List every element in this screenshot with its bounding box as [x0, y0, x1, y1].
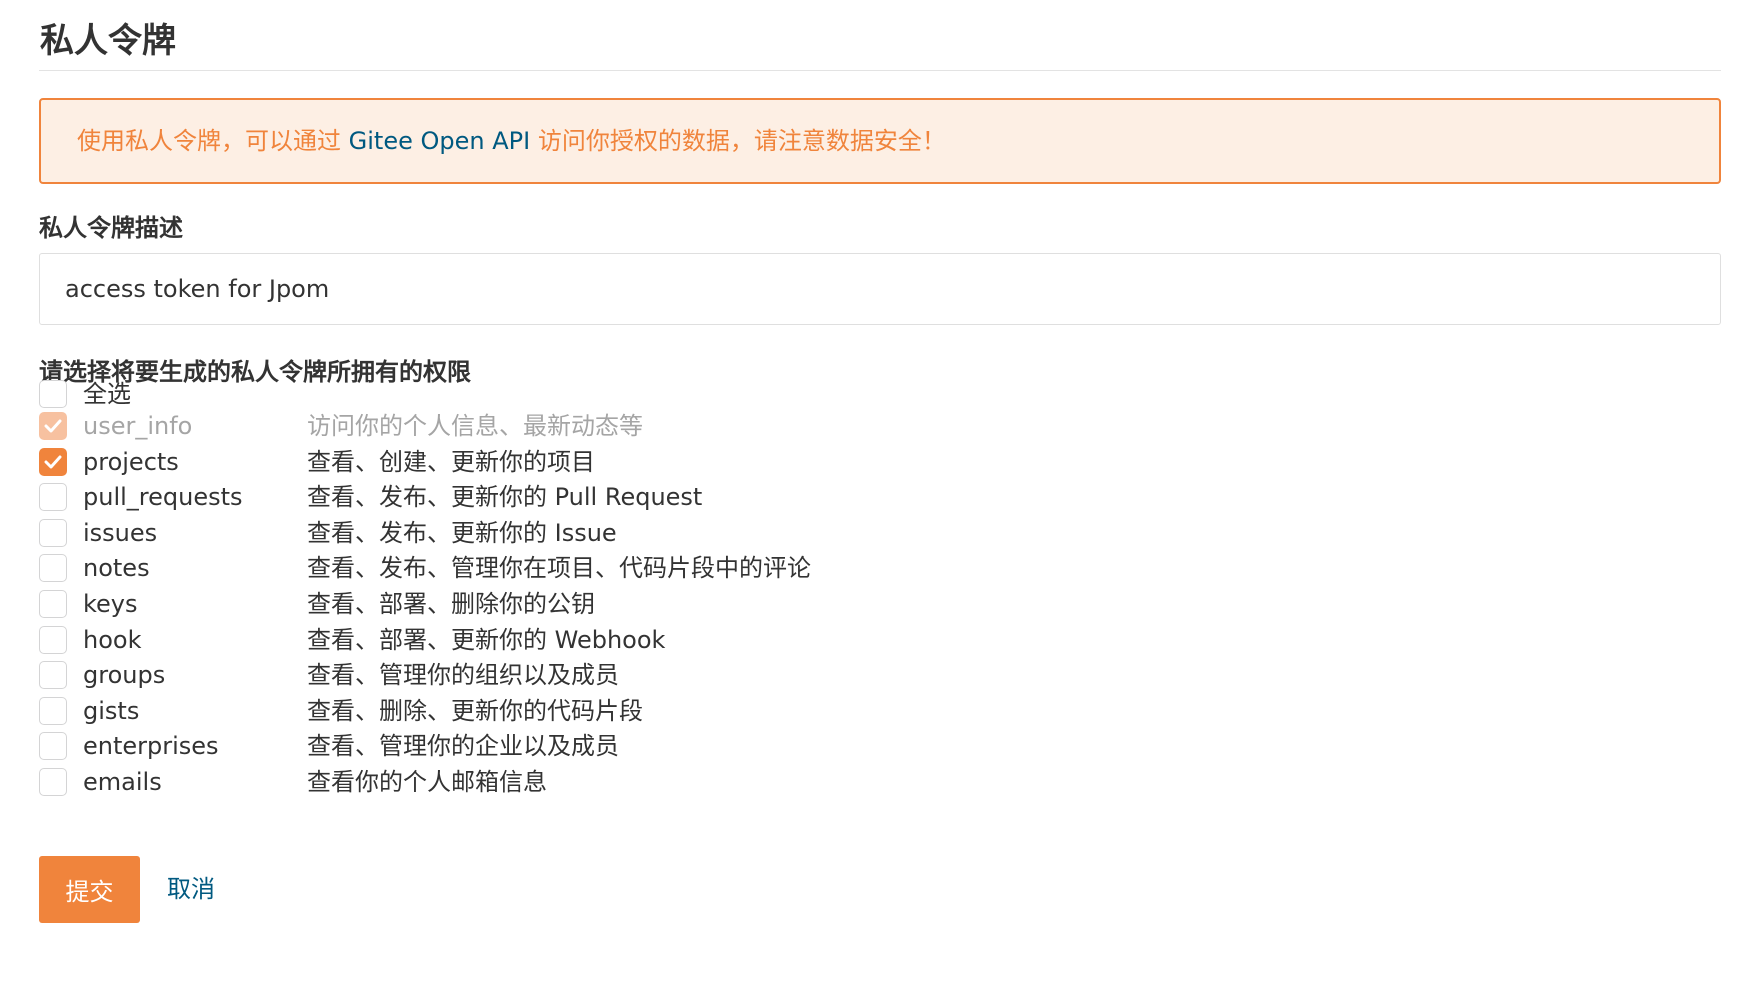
select-all-row[interactable]: 全选: [39, 377, 939, 411]
scope-row-groups[interactable]: groups 查看、管理你的组织以及成员: [39, 658, 939, 692]
select-all-checkbox[interactable]: [39, 380, 67, 408]
scope-name: projects: [83, 448, 179, 476]
scope-name: hook: [83, 626, 142, 654]
scope-row-issues[interactable]: issues 查看、发布、更新你的 Issue: [39, 516, 939, 550]
scope-checkbox-emails[interactable]: [39, 768, 67, 796]
description-label: 私人令牌描述: [39, 214, 183, 242]
scope-checkbox-issues[interactable]: [39, 519, 67, 547]
scope-row-projects[interactable]: projects 查看、创建、更新你的项目: [39, 445, 939, 479]
scope-row-emails[interactable]: emails 查看你的个人邮箱信息: [39, 765, 939, 799]
scope-description: 查看、部署、删除你的公钥: [307, 590, 595, 618]
scope-row-hook[interactable]: hook 查看、部署、更新你的 Webhook: [39, 623, 939, 657]
scope-name: enterprises: [83, 732, 219, 760]
scope-row-pull-requests[interactable]: pull_requests 查看、发布、更新你的 Pull Request: [39, 480, 939, 514]
scope-checkbox-hook[interactable]: [39, 626, 67, 654]
scope-description: 查看、部署、更新你的 Webhook: [307, 626, 666, 654]
scope-checkbox-projects[interactable]: [39, 448, 67, 476]
scope-name: pull_requests: [83, 483, 243, 511]
check-icon: [44, 419, 62, 433]
scope-name: groups: [83, 661, 166, 689]
scope-name: notes: [83, 554, 150, 582]
scope-name: issues: [83, 519, 158, 547]
submit-button[interactable]: 提交: [39, 856, 140, 923]
scope-description: 查看、发布、更新你的 Pull Request: [307, 483, 703, 511]
scope-description: 查看、发布、更新你的 Issue: [307, 519, 617, 547]
scope-row-enterprises[interactable]: enterprises 查看、管理你的企业以及成员: [39, 729, 939, 763]
notice-text-after: 访问你授权的数据，请注意数据安全！: [530, 127, 946, 155]
scope-description: 查看、创建、更新你的项目: [307, 448, 595, 476]
scope-name: keys: [83, 590, 138, 618]
notice-api-link[interactable]: Gitee Open API: [349, 127, 531, 155]
scope-checkbox-notes[interactable]: [39, 554, 67, 582]
scope-checkbox-gists[interactable]: [39, 697, 67, 725]
cancel-link[interactable]: 取消: [167, 872, 215, 906]
scope-row-keys[interactable]: keys 查看、部署、删除你的公钥: [39, 587, 939, 621]
notice-text-before: 使用私人令牌，可以通过: [77, 127, 349, 155]
scope-checkbox-keys[interactable]: [39, 590, 67, 618]
scope-checkbox-groups[interactable]: [39, 661, 67, 689]
scope-name: user_info: [83, 412, 193, 440]
check-icon: [44, 455, 62, 469]
scope-description: 访问你的个人信息、最新动态等: [307, 412, 643, 440]
scope-row-user-info: user_info 访问你的个人信息、最新动态等: [39, 409, 939, 443]
scope-description: 查看、发布、管理你在项目、代码片段中的评论: [307, 554, 811, 582]
notice-banner: 使用私人令牌，可以通过 Gitee Open API 访问你授权的数据，请注意数…: [39, 98, 1721, 184]
scope-description: 查看、管理你的企业以及成员: [307, 732, 619, 760]
scope-row-notes[interactable]: notes 查看、发布、管理你在项目、代码片段中的评论: [39, 551, 939, 585]
scope-description: 查看、管理你的组织以及成员: [307, 661, 619, 689]
scope-description: 查看你的个人邮箱信息: [307, 768, 547, 796]
scope-row-gists[interactable]: gists 查看、删除、更新你的代码片段: [39, 694, 939, 728]
scope-checkbox-pull-requests[interactable]: [39, 483, 67, 511]
title-divider: [39, 70, 1721, 71]
scope-checkbox-user-info: [39, 412, 67, 440]
scope-name: gists: [83, 697, 140, 725]
select-all-label: 全选: [83, 380, 131, 408]
scope-checkbox-enterprises[interactable]: [39, 732, 67, 760]
scope-description: 查看、删除、更新你的代码片段: [307, 697, 643, 725]
scope-name: emails: [83, 768, 162, 796]
page-title: 私人令牌: [40, 21, 176, 61]
description-input[interactable]: [39, 253, 1721, 325]
